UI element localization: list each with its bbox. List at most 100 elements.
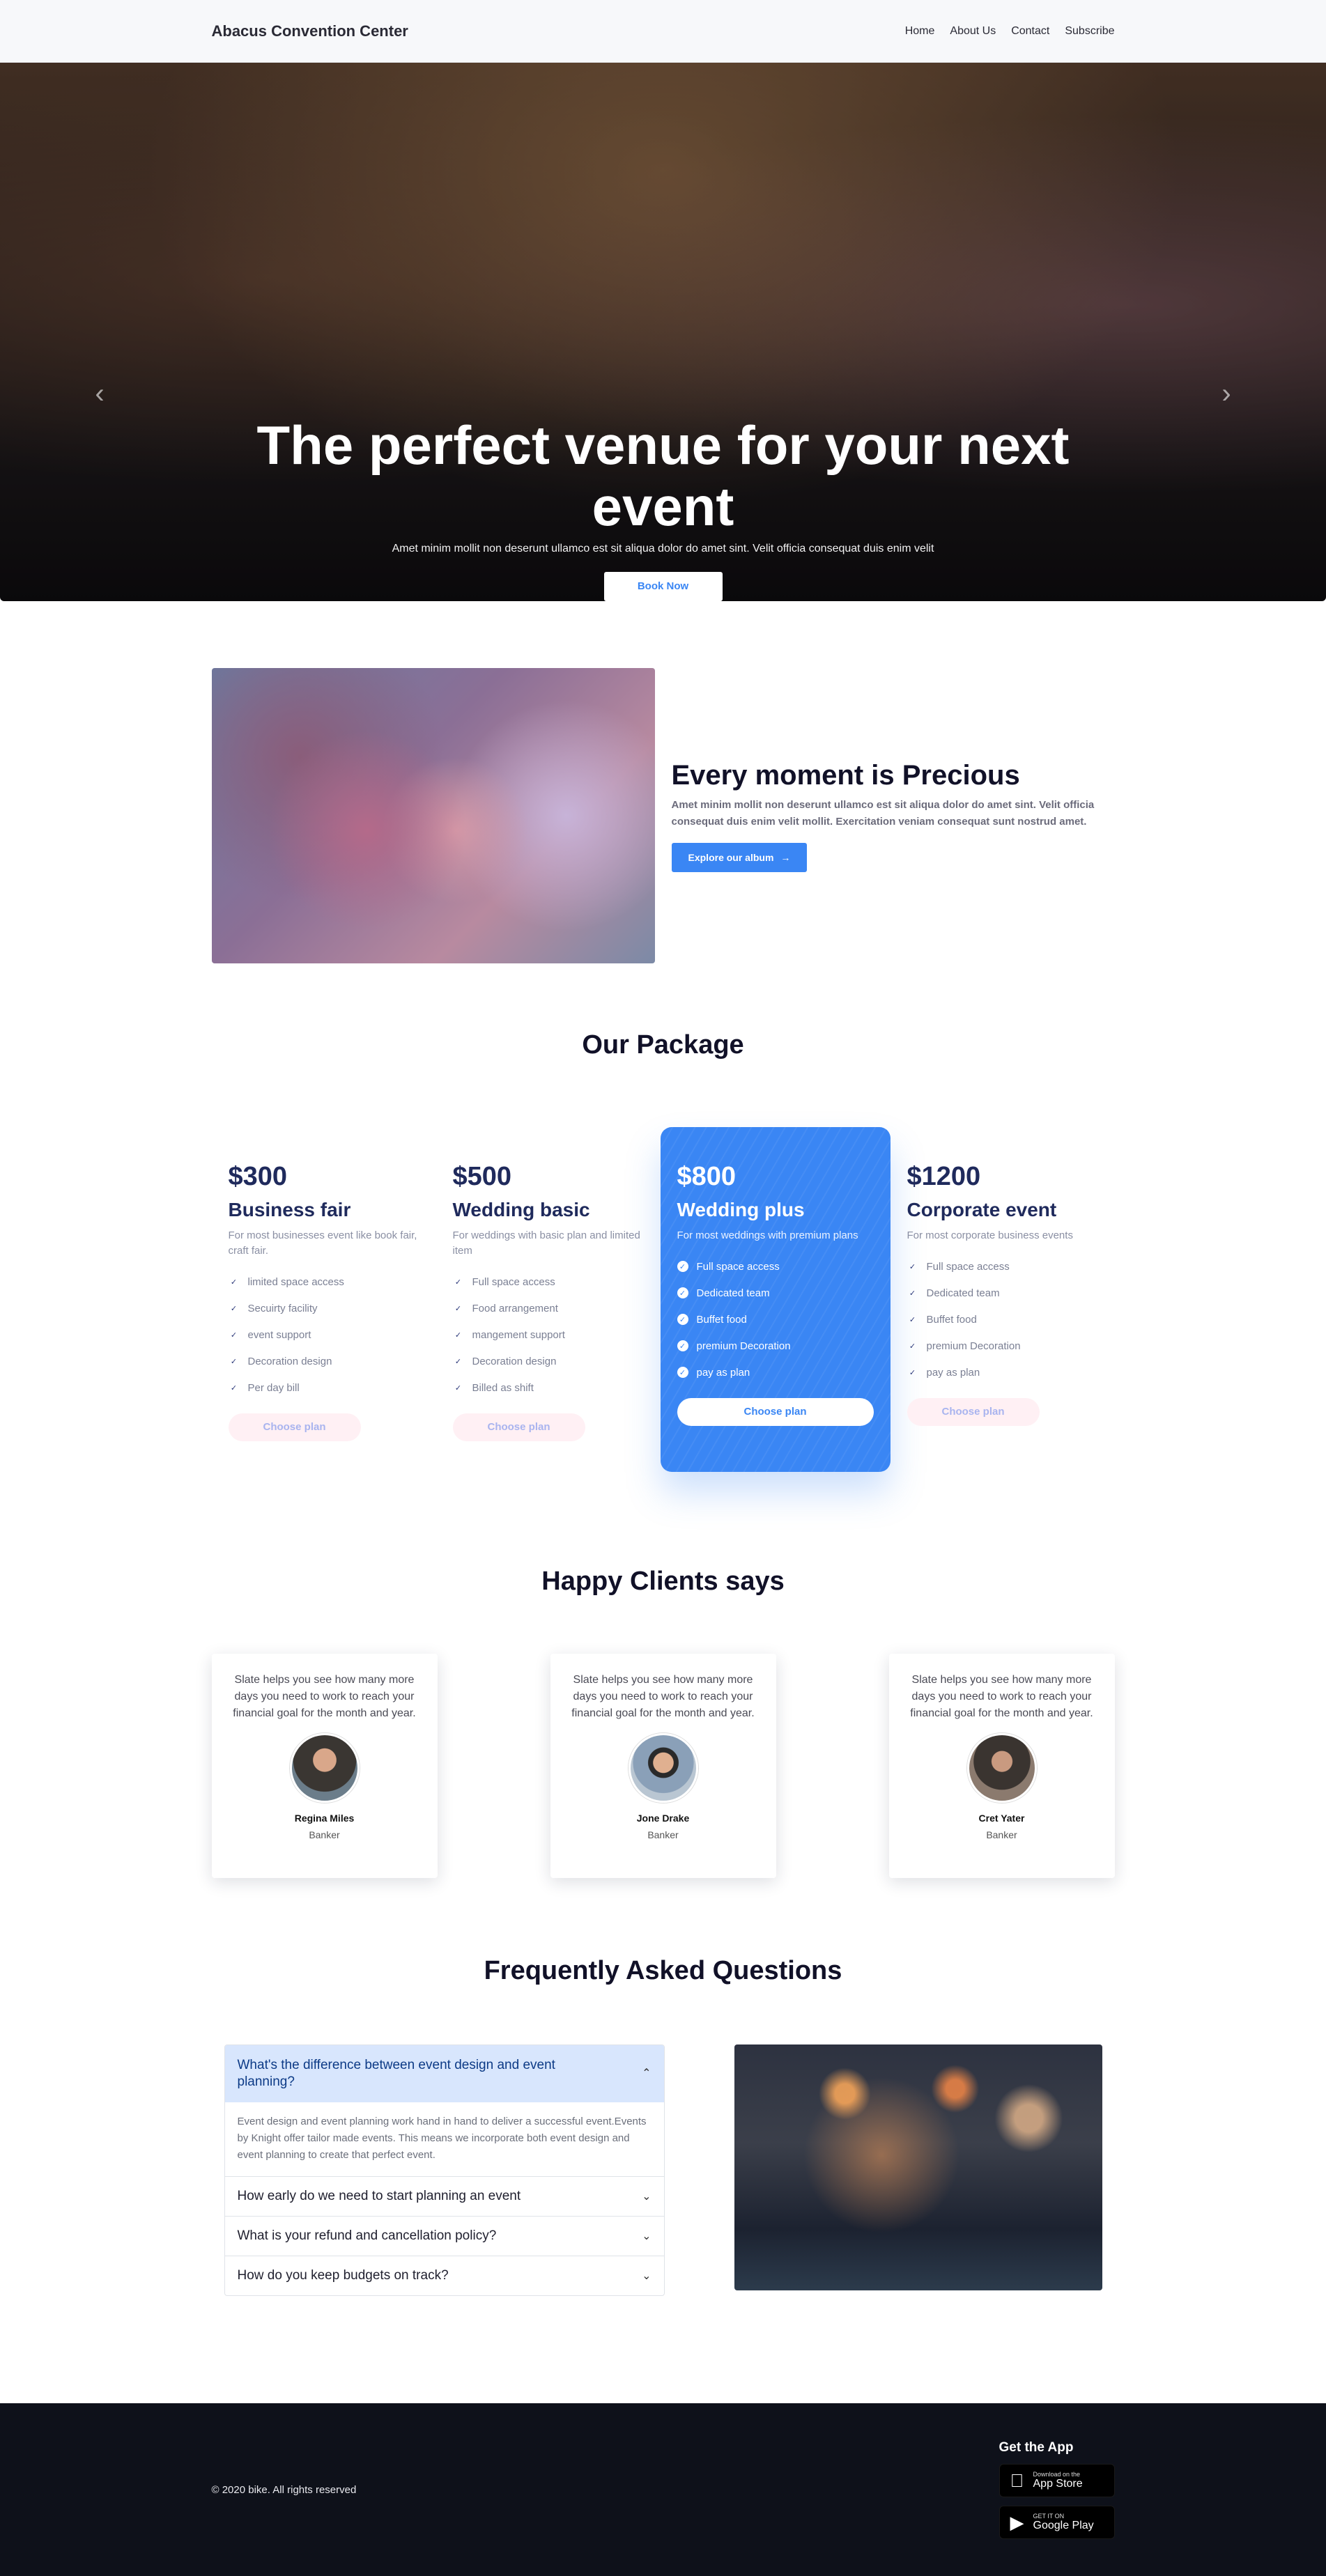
faq-question-toggle[interactable]: How do you keep budgets on track? ⌄ [225,2256,664,2295]
hero-carousel: ‹ › The perfect venue for your next even… [0,63,1326,601]
faq-answer: Event design and event planning work han… [237,2116,647,2161]
copyright-text: © 2020 bike. All rights reserved [211,2483,357,2496]
packages-title: Our Package [582,1030,744,1060]
package-name: Wedding basic [452,1199,590,1220]
testimonial-card: Slate helps you see how many more days y… [550,1654,776,1878]
feature-item: ✓ Billed as shift [453,1374,644,1401]
faq-question-toggle[interactable]: How early do we need to start planning a… [225,2177,664,2216]
nav-links: Home About Us Contact Subscribe [905,25,1115,38]
feature-item: ✓ Per day bill [229,1374,419,1401]
feature-item: ✓ Full space access [907,1253,1098,1280]
nav-link-contact[interactable]: Contact [1011,25,1049,38]
testimonial-card: Slate helps you see how many more days y… [888,1654,1115,1878]
testimonial-quote: Slate helps you see how many more days y… [571,1674,755,1719]
hero-content: The perfect venue for your next event Am… [0,414,1326,601]
feature-item: ✓ Food arrangement [453,1295,644,1321]
client-role: Banker [309,1829,340,1840]
check-icon: ✓ [909,1289,916,1298]
feature-label: Full space access [696,1260,780,1273]
about-section: Every moment is Precious Amet minim moll… [0,601,1326,963]
get-the-app: Get the App  Download on the App Store … [999,2440,1115,2539]
feature-item: ✓ Dedicated team [907,1280,1098,1306]
app-store-label: App Store [1033,2478,1083,2490]
app-store-button[interactable]:  Download on the App Store [999,2464,1115,2497]
testimonial-quote: Slate helps you see how many more days y… [910,1674,1093,1719]
feature-label: premium Decoration [696,1340,791,1352]
chevron-right-icon[interactable]: › [1216,380,1237,408]
faq-title: Frequently Asked Questions [484,1956,842,1985]
apple-icon:  [1008,2470,1026,2492]
testimonial-quote: Slate helps you see how many more days y… [233,1674,416,1719]
feature-label: Dedicated team [696,1287,770,1299]
nav-link-home[interactable]: Home [905,25,935,38]
feature-item: ✓ pay as plan [907,1359,1098,1386]
testimonials-title: Happy Clients says [541,1567,785,1596]
book-now-button[interactable]: Book Now [603,572,723,601]
check-icon: ✓ [230,1357,238,1366]
package-card-corporate-event: $1200 Corporate event For most corporate… [891,1127,1115,1472]
feature-item: ✓ Buffet food [907,1306,1098,1333]
choose-plan-button[interactable]: Choose plan [907,1398,1040,1426]
package-card-business-fair: $300 Business fair For most businesses e… [212,1127,436,1472]
nav-link-about-us[interactable]: About Us [950,25,996,38]
check-icon: ✓ [454,1383,462,1392]
choose-plan-button[interactable]: Choose plan [228,1413,361,1441]
faq-question-toggle[interactable]: What's the difference between event desi… [224,2045,664,2102]
package-description: For most corporate business events [907,1229,1073,1241]
check-icon: ✓ [909,1262,916,1271]
check-icon: ✓ [677,1287,688,1298]
feature-label: Decoration design [247,1355,332,1367]
check-icon: ✓ [677,1261,688,1272]
client-name: Cret Yater [978,1813,1025,1824]
check-icon: ✓ [454,1304,462,1313]
feature-label: Billed as shift [472,1381,534,1394]
brand-logo[interactable]: Abacus Convention Center [212,22,408,40]
explore-album-button[interactable]: Explore our album → [671,842,808,872]
chevron-left-icon[interactable]: ‹ [89,380,110,408]
package-name: Corporate event [907,1199,1057,1220]
faq-content: What's the difference between event desi… [212,2044,1115,2296]
feature-item: ✓ pay as plan [677,1359,874,1386]
check-icon: ✓ [909,1315,916,1324]
top-navbar: Abacus Convention Center Home About Us C… [0,0,1326,63]
faq-question: What is your refund and cancellation pol… [237,2228,497,2243]
feature-label: pay as plan [696,1366,750,1379]
package-features: ✓ Full space access ✓ Dedicated team ✓ Buff… [907,1253,1098,1386]
package-features: ✓ Full space access ✓ Food arrangement ✓ ma… [453,1268,644,1401]
faq-item: What's the difference between event desi… [224,2045,664,2176]
package-price: $1200 [907,1162,981,1191]
choose-plan-button[interactable]: Choose plan [677,1398,874,1426]
feature-label: premium Decoration [926,1340,1021,1352]
google-play-small-label: GET IT ON [1033,2513,1065,2520]
faq-accordion: What's the difference between event desi… [224,2044,665,2296]
package-list: $300 Business fair For most businesses e… [212,1127,1115,1472]
feature-item: ✓ Decoration design [453,1348,644,1374]
google-play-button[interactable]: ▶ GET IT ON Google Play [999,2506,1115,2539]
feature-item: ✓ premium Decoration [677,1333,874,1359]
check-icon: ✓ [454,1330,462,1340]
check-icon: ✓ [454,1357,462,1366]
nav-link-subscribe[interactable]: Subscribe [1065,25,1114,38]
google-play-icon: ▶ [1010,2511,1024,2533]
check-icon: ✓ [230,1330,238,1340]
package-name: Wedding plus [677,1199,805,1220]
feature-item: ✓ Decoration design [229,1348,419,1374]
check-icon: ✓ [909,1342,916,1351]
client-name: Regina Miles [294,1813,355,1824]
about-text: Every moment is Precious Amet minim moll… [671,760,1115,872]
packages-section: Our Package $300 Business fair For most … [0,963,1326,1472]
feature-label: Buffet food [926,1313,977,1326]
faq-question-toggle[interactable]: What is your refund and cancellation pol… [225,2217,664,2256]
check-icon: ✓ [909,1368,916,1377]
package-price: $500 [452,1162,512,1191]
explore-album-label: Explore our album [688,851,774,863]
package-name: Business fair [228,1199,351,1220]
testimonial-list: Slate helps you see how many more days y… [211,1654,1115,1878]
hero-title: The perfect venue for your next event [256,414,1070,537]
package-price: $800 [677,1162,737,1191]
feature-item: ✓ mangement support [453,1321,644,1348]
feature-label: Secuirty facility [247,1302,318,1314]
package-description: For most businesses event like book fair… [228,1229,417,1257]
wedding-group-photo [211,668,655,963]
choose-plan-button[interactable]: Choose plan [452,1413,585,1441]
